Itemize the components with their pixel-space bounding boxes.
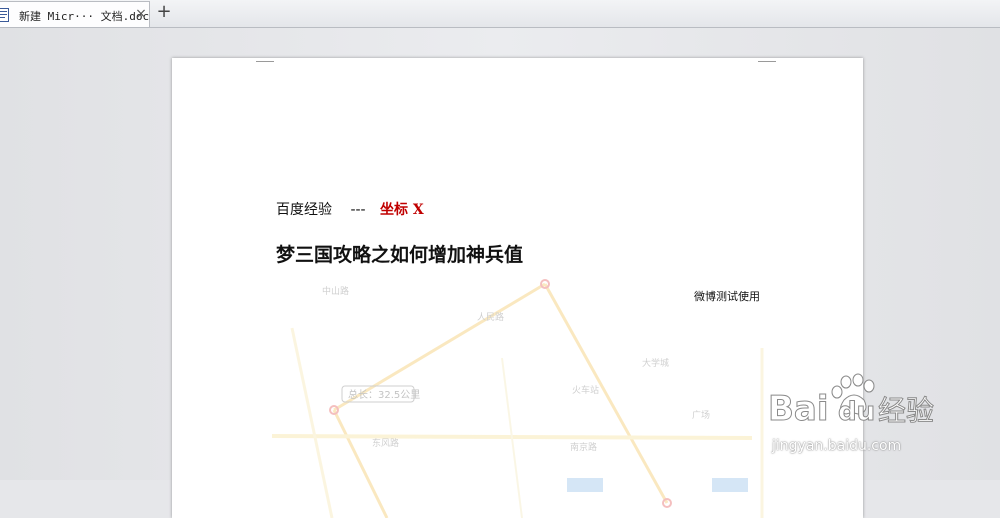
margin-corner-mark [758,58,776,62]
header-coordinate-text: 坐标 X [380,202,424,218]
map-distance-label: 总长：32.5公里 [348,388,420,401]
plus-icon[interactable]: + [156,3,172,21]
map-watermark-image: 总长：32.5公里 中山路 人民路 火车站 东风路 南京路 广场 大学城 [271,279,764,518]
baidu-jingyan-url: jingyan.baidu.com [772,438,902,454]
margin-corner-mark [256,58,274,62]
map-label: 中山路 [322,285,349,297]
document-page[interactable]: 总长：32.5公里 中山路 人民路 火车站 东风路 南京路 广场 大学城 百度经… [172,58,863,518]
document-header-line: 百度经验 --- 坐标 X [276,199,476,219]
baidu-jingyan-logo: Bai du 经验 [768,373,935,430]
svg-text:经验: 经验 [878,394,934,427]
svg-text:du: du [838,397,875,427]
map-label: 大学城 [642,357,669,369]
word-document-icon [0,8,9,22]
map-label: 东风路 [372,437,399,449]
note-text: 微博测试使用 [694,290,760,303]
document-tab[interactable]: 新建 Micr··· 文档.doc × [0,1,150,27]
header-separator: --- [350,202,366,218]
document-title: 梦三国攻略之如何增加神兵值 [276,244,524,266]
map-label: 南京路 [570,441,597,453]
svg-text:Bai: Bai [768,389,829,429]
tab-title: 新建 Micr··· 文档.doc [19,10,150,23]
map-label: 人民路 [477,311,504,323]
tab-bar: 新建 Micr··· 文档.doc × + [0,0,1000,28]
map-label: 火车站 [572,384,599,396]
close-icon[interactable]: × [134,7,148,21]
header-source-text: 百度经验 [276,202,332,218]
map-label: 广场 [692,409,710,421]
